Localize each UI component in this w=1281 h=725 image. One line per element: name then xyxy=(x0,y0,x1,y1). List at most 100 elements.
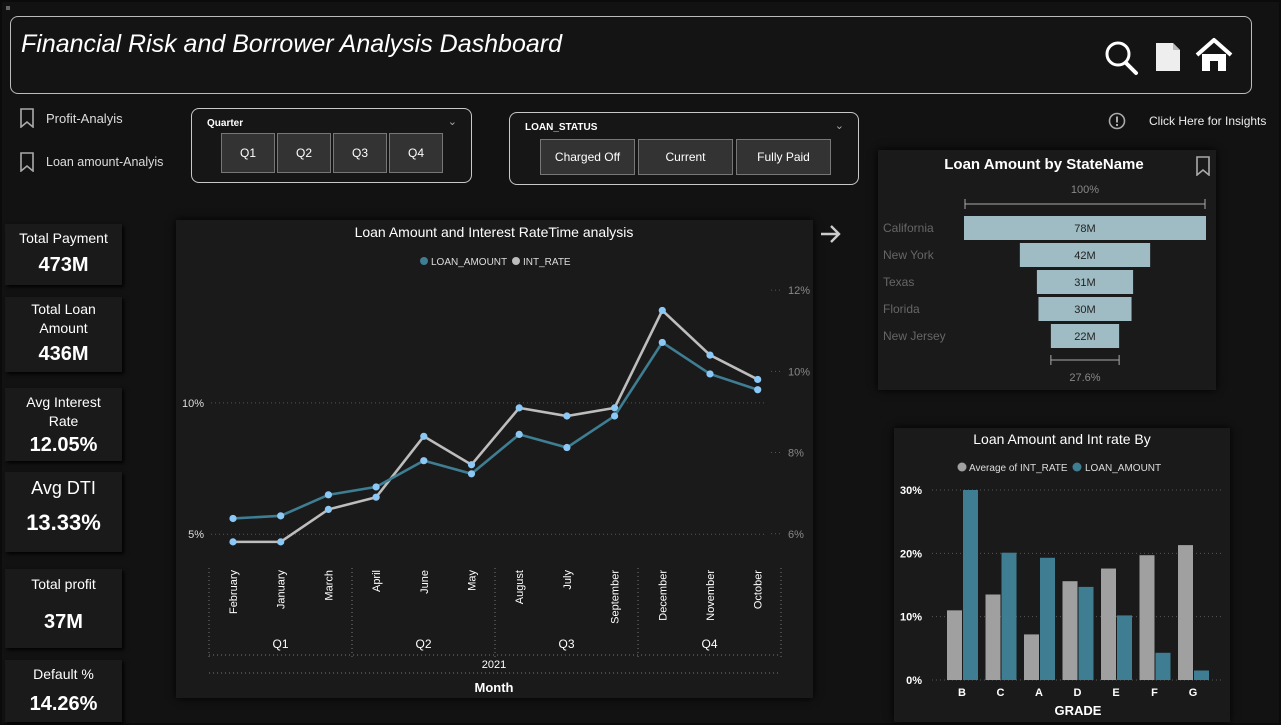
quarter-label: Q3 xyxy=(558,637,574,651)
bar-loan-amount xyxy=(1155,652,1171,680)
kpi-default-percent: Default % 14.26% xyxy=(5,660,122,722)
quarter-label: Q4 xyxy=(701,637,717,651)
loan-status-option-fully-paid[interactable]: Fully Paid xyxy=(736,139,831,175)
quarter-option-q4[interactable]: Q4 xyxy=(389,133,443,173)
quarter-option-q3[interactable]: Q3 xyxy=(333,133,387,173)
kpi-value: 37M xyxy=(44,611,83,633)
nav-item-loan-amount-analysis[interactable]: Loan amount-Analyis xyxy=(20,152,163,172)
drill-arrow-icon[interactable] xyxy=(819,222,843,251)
search-icon[interactable] xyxy=(1104,39,1140,82)
corner-handle xyxy=(6,6,10,10)
legend-marker-int-rate xyxy=(512,257,520,265)
x-tick-label: May xyxy=(467,570,479,591)
data-point-int-rate xyxy=(420,432,428,440)
data-point-int-rate xyxy=(754,375,762,384)
quarter-slicer: Quarter ⌄ Q1 Q2 Q3 Q4 xyxy=(191,108,472,183)
bar-int-rate xyxy=(1178,545,1193,680)
chevron-down-icon[interactable]: ⌄ xyxy=(448,115,457,128)
kpi-avg-dti: Avg DTI 13.33% xyxy=(5,472,122,552)
x-tick-label: June xyxy=(419,570,431,594)
data-point-int-rate xyxy=(229,538,237,546)
data-point-loan-amount xyxy=(658,338,666,347)
data-point-loan-amount xyxy=(611,412,619,420)
data-point-int-rate xyxy=(658,306,666,315)
y-tick-label: 0% xyxy=(906,675,922,687)
data-label: 22M xyxy=(1074,331,1095,343)
line-chart: Loan Amount and Interest RateTime analys… xyxy=(182,224,810,695)
insights-label: Click Here for Insights xyxy=(1149,114,1267,128)
data-point-loan-amount xyxy=(706,370,714,378)
document-icon[interactable] xyxy=(1154,41,1182,78)
data-point-int-rate xyxy=(563,412,571,420)
loan-status-option-charged-off[interactable]: Charged Off xyxy=(540,139,635,175)
category-label: Florida xyxy=(883,302,920,316)
x-tick-label: December xyxy=(657,570,669,621)
kpi-avg-interest-rate: Avg Interest Rate 12.05% xyxy=(5,388,122,461)
data-point-loan-amount xyxy=(324,491,332,499)
nav-item-label: Profit-Analyis xyxy=(46,110,123,126)
x-tick-label: March xyxy=(323,570,335,601)
data-label: 42M xyxy=(1074,250,1095,262)
bar-int-rate xyxy=(1024,634,1039,680)
data-point-loan-amount xyxy=(420,457,428,465)
y-tick-label-left: 5% xyxy=(188,529,204,541)
nav-item-label: Loan amount-Analyis xyxy=(46,155,164,169)
x-tick-label: February xyxy=(228,570,240,615)
y-tick-label-right: 10% xyxy=(788,366,810,378)
bookmark-icon xyxy=(20,108,34,128)
loan-status-option-current[interactable]: Current xyxy=(638,139,733,175)
insights-link[interactable]: Click Here for Insights xyxy=(1108,112,1266,130)
data-point-int-rate xyxy=(324,505,332,513)
kpi-label: Total Loan Amount xyxy=(31,301,96,336)
header-bar: Financial Risk and Borrower Analysis Das… xyxy=(10,16,1252,94)
y-tick-label-left: 10% xyxy=(182,398,204,410)
bar-int-rate xyxy=(1062,581,1078,680)
kpi-label: Default % xyxy=(33,666,94,682)
legend-marker-int-rate xyxy=(957,462,967,472)
x-tick-label: C xyxy=(997,687,1005,699)
x-tick-label: D xyxy=(1074,687,1082,699)
data-point-int-rate xyxy=(467,461,476,469)
home-icon[interactable] xyxy=(1194,37,1234,78)
bookmark-icon[interactable] xyxy=(1196,156,1210,176)
bar-int-rate xyxy=(985,594,1001,680)
legend-marker-loan-amount xyxy=(420,257,428,265)
kpi-value: 473M xyxy=(38,254,89,276)
bar-loan-amount xyxy=(963,490,978,680)
x-tick-label: July xyxy=(562,570,574,590)
kpi-value: 12.05% xyxy=(29,434,98,456)
data-point-loan-amount xyxy=(229,514,237,523)
grade-chart-panel: Loan Amount and Int rate By Average of IN… xyxy=(894,428,1230,722)
bar-loan-amount xyxy=(1194,670,1209,680)
y-tick-label-right: 8% xyxy=(788,448,804,460)
quarter-slicer-label: Quarter xyxy=(207,118,244,129)
legend-marker-loan-amount xyxy=(1072,462,1082,472)
grade-bar-chart: Loan Amount and Int rate By Average of IN… xyxy=(900,431,1224,718)
quarter-label: Q2 xyxy=(415,637,431,651)
kpi-total-payment: Total Payment 473M xyxy=(5,224,122,285)
series-line-int-rate xyxy=(233,308,759,544)
y-tick-label-right: 6% xyxy=(788,529,804,541)
category-label: Texas xyxy=(883,275,914,289)
kpi-total-loan-amount: Total Loan Amount 436M xyxy=(5,297,122,372)
y-tick-label-right: 12% xyxy=(788,285,810,297)
x-tick-label: B xyxy=(958,687,966,699)
y-tick-label: 30% xyxy=(900,485,922,497)
quarter-option-q2[interactable]: Q2 xyxy=(277,133,331,173)
data-label: 30M xyxy=(1074,304,1095,316)
legend-label-loan-amount: LOAN_AMOUNT xyxy=(1085,463,1161,474)
bar-loan-amount xyxy=(1040,557,1055,680)
category-label: California xyxy=(883,221,934,235)
chevron-down-icon[interactable]: ⌄ xyxy=(835,119,844,132)
bar-int-rate xyxy=(947,610,962,680)
x-tick-label: October xyxy=(753,570,765,609)
nav-item-profit-analysis[interactable]: Profit-Analyis xyxy=(20,108,123,128)
data-label: 31M xyxy=(1074,277,1095,289)
x-axis-title: Month xyxy=(475,680,514,695)
quarter-option-q1[interactable]: Q1 xyxy=(221,133,275,173)
x-tick-label: September xyxy=(610,570,622,624)
kpi-value: 14.26% xyxy=(29,693,98,715)
y-tick-label: 20% xyxy=(900,548,922,560)
kpi-label: Avg DTI xyxy=(31,478,96,498)
x-tick-label: April xyxy=(371,570,383,592)
